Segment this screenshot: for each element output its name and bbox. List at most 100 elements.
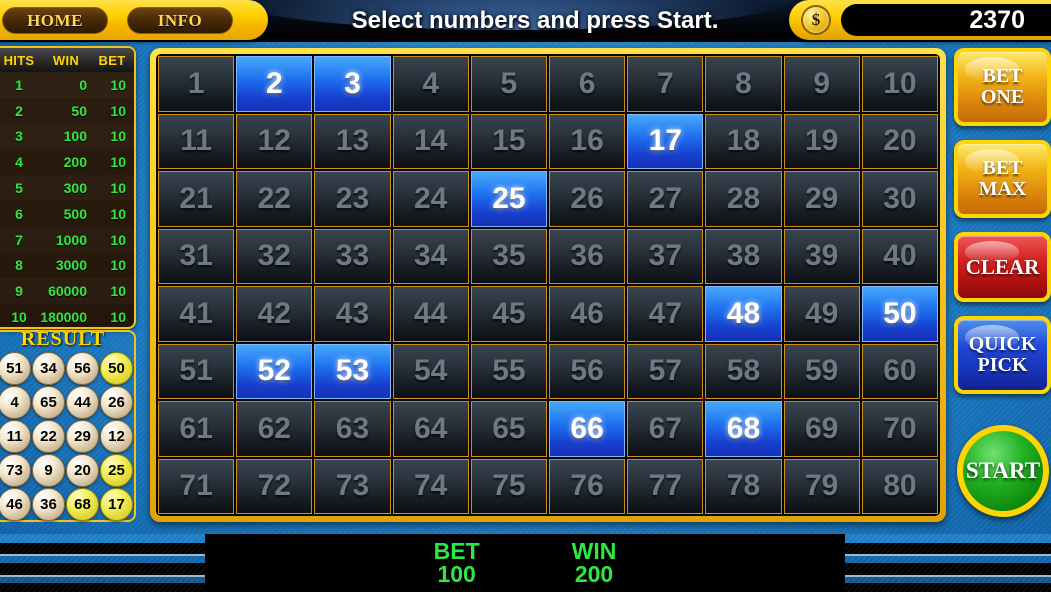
keno-cell[interactable]: 6 bbox=[548, 56, 626, 112]
clear-button[interactable]: CLEAR bbox=[954, 232, 1051, 302]
paytable-header-row: HITS WIN BET bbox=[0, 48, 134, 72]
keno-cell-selected[interactable]: 53 bbox=[314, 343, 391, 399]
keno-cell[interactable]: 69 bbox=[783, 401, 860, 457]
paytable-row: 7 1000 10 bbox=[0, 227, 134, 253]
paytable-cell-bet: 10 bbox=[110, 257, 126, 274]
keno-cell[interactable]: 4 bbox=[392, 56, 469, 112]
keno-cell[interactable]: 46 bbox=[548, 286, 626, 342]
keno-cell[interactable]: 57 bbox=[627, 343, 704, 399]
keno-cell[interactable]: 7 bbox=[627, 56, 704, 112]
keno-cell[interactable]: 33 bbox=[314, 228, 391, 284]
result-ball: 29 bbox=[66, 420, 99, 453]
keno-cell[interactable]: 20 bbox=[861, 113, 938, 169]
keno-cell[interactable]: 73 bbox=[314, 458, 391, 514]
keno-cell[interactable]: 29 bbox=[783, 171, 860, 227]
keno-cell[interactable]: 60 bbox=[861, 343, 938, 399]
home-button[interactable]: HOME bbox=[2, 7, 108, 34]
keno-cell[interactable]: 31 bbox=[158, 228, 235, 284]
keno-cell[interactable]: 64 bbox=[392, 401, 469, 457]
keno-cell[interactable]: 78 bbox=[705, 458, 782, 514]
keno-cell[interactable]: 59 bbox=[783, 343, 860, 399]
keno-cell[interactable]: 38 bbox=[705, 228, 782, 284]
keno-cell[interactable]: 1 bbox=[158, 56, 235, 112]
keno-cell[interactable]: 30 bbox=[861, 171, 938, 227]
keno-cell[interactable]: 42 bbox=[236, 286, 313, 342]
paytable-cell-hits: 9 bbox=[15, 283, 23, 300]
keno-cell[interactable]: 27 bbox=[627, 171, 704, 227]
keno-cell[interactable]: 36 bbox=[548, 228, 626, 284]
keno-cell[interactable]: 23 bbox=[314, 171, 391, 227]
keno-cell[interactable]: 80 bbox=[861, 458, 938, 514]
keno-cell[interactable]: 56 bbox=[548, 343, 626, 399]
keno-cell[interactable]: 8 bbox=[705, 56, 782, 112]
keno-cell[interactable]: 24 bbox=[392, 171, 469, 227]
keno-cell[interactable]: 19 bbox=[783, 113, 860, 169]
start-button[interactable]: START bbox=[957, 425, 1049, 517]
keno-cell[interactable]: 37 bbox=[627, 228, 704, 284]
keno-cell[interactable]: 34 bbox=[392, 228, 469, 284]
win-meter-value: 200 bbox=[574, 561, 614, 587]
keno-cell[interactable]: 35 bbox=[470, 228, 547, 284]
keno-cell[interactable]: 15 bbox=[470, 113, 547, 169]
keno-cell[interactable]: 70 bbox=[861, 401, 938, 457]
keno-cell-selected[interactable]: 17 bbox=[627, 113, 704, 169]
keno-cell[interactable]: 11 bbox=[158, 113, 235, 169]
keno-cell-selected[interactable]: 2 bbox=[236, 56, 313, 112]
keno-cell-selected[interactable]: 52 bbox=[236, 343, 313, 399]
keno-cell[interactable]: 75 bbox=[470, 458, 547, 514]
paytable-col-win: WIN bbox=[52, 52, 80, 68]
info-button[interactable]: INFO bbox=[127, 7, 233, 34]
bet-one-button[interactable]: BET ONE bbox=[954, 48, 1051, 126]
keno-cell[interactable]: 58 bbox=[705, 343, 782, 399]
keno-cell[interactable]: 13 bbox=[314, 113, 391, 169]
keno-cell[interactable]: 10 bbox=[861, 56, 938, 112]
keno-cell[interactable]: 51 bbox=[158, 343, 235, 399]
keno-cell[interactable]: 12 bbox=[236, 113, 313, 169]
keno-cell[interactable]: 62 bbox=[236, 401, 313, 457]
keno-cell[interactable]: 54 bbox=[392, 343, 469, 399]
keno-cell[interactable]: 47 bbox=[627, 286, 704, 342]
keno-cell[interactable]: 21 bbox=[158, 171, 235, 227]
keno-cell[interactable]: 32 bbox=[236, 228, 313, 284]
keno-cell-selected[interactable]: 48 bbox=[705, 286, 782, 342]
keno-cell-selected[interactable]: 3 bbox=[314, 56, 391, 112]
keno-cell[interactable]: 43 bbox=[314, 286, 391, 342]
paytable-cell-bet: 10 bbox=[110, 128, 126, 145]
keno-cell[interactable]: 55 bbox=[470, 343, 547, 399]
keno-cell[interactable]: 65 bbox=[470, 401, 547, 457]
keno-cell-selected[interactable]: 68 bbox=[705, 401, 782, 457]
keno-cell[interactable]: 77 bbox=[627, 458, 704, 514]
keno-cell[interactable]: 41 bbox=[158, 286, 235, 342]
keno-cell[interactable]: 14 bbox=[392, 113, 469, 169]
keno-cell[interactable]: 63 bbox=[314, 401, 391, 457]
keno-cell[interactable]: 26 bbox=[548, 171, 626, 227]
keno-cell[interactable]: 18 bbox=[705, 113, 782, 169]
keno-cell[interactable]: 44 bbox=[392, 286, 469, 342]
paytable-col-hits: HITS bbox=[3, 52, 35, 68]
paytable-cell-bet: 10 bbox=[110, 231, 126, 248]
quick-pick-button[interactable]: QUICK PICK bbox=[954, 316, 1051, 394]
keno-cell[interactable]: 9 bbox=[783, 56, 860, 112]
keno-cell[interactable]: 79 bbox=[783, 458, 860, 514]
keno-cell[interactable]: 40 bbox=[861, 228, 938, 284]
bet-max-button[interactable]: BET MAX bbox=[954, 140, 1051, 218]
keno-cell[interactable]: 49 bbox=[783, 286, 860, 342]
keno-cell-selected[interactable]: 25 bbox=[470, 171, 547, 227]
keno-cell[interactable]: 67 bbox=[627, 401, 704, 457]
keno-cell-selected[interactable]: 66 bbox=[548, 401, 626, 457]
keno-cell[interactable]: 22 bbox=[236, 171, 313, 227]
keno-cell[interactable]: 16 bbox=[548, 113, 626, 169]
keno-cell[interactable]: 74 bbox=[392, 458, 469, 514]
keno-cell[interactable]: 61 bbox=[158, 401, 235, 457]
result-ball-matched: 68 bbox=[66, 488, 99, 521]
keno-cell-selected[interactable]: 50 bbox=[861, 286, 938, 342]
keno-cell[interactable]: 76 bbox=[548, 458, 626, 514]
keno-cell[interactable]: 72 bbox=[236, 458, 313, 514]
keno-cell[interactable]: 45 bbox=[470, 286, 547, 342]
keno-cell[interactable]: 5 bbox=[470, 56, 547, 112]
result-ball: 36 bbox=[32, 488, 65, 521]
keno-number-grid[interactable]: 1 2 3 4 5 6 7 8 9 10 11 12 13 14 15 16 17 18 19 20 21 22 23 24 2… bbox=[156, 54, 940, 516]
keno-cell[interactable]: 71 bbox=[158, 458, 235, 514]
keno-cell[interactable]: 28 bbox=[705, 171, 782, 227]
keno-cell[interactable]: 39 bbox=[783, 228, 860, 284]
